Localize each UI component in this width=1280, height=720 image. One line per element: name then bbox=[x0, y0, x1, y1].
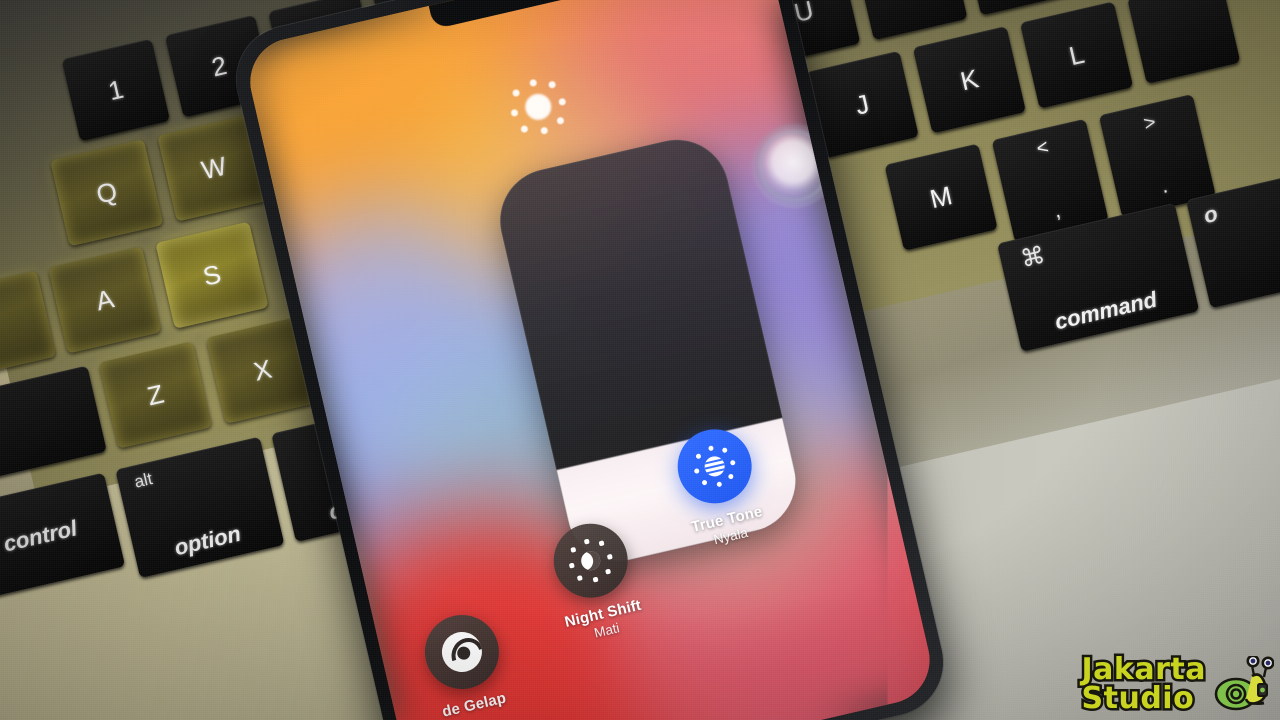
key-label-bottom: . bbox=[1158, 174, 1170, 198]
key-label: S bbox=[200, 258, 224, 292]
key-label: 2 bbox=[208, 49, 230, 83]
photo-scene: 1 2 3 4 7 8 9 0 Q W U I O P k A S J K L … bbox=[0, 0, 1280, 720]
key-label: 1 bbox=[105, 73, 127, 107]
key-k[interactable]: K bbox=[912, 26, 1027, 134]
key-shift-left[interactable] bbox=[0, 365, 107, 491]
key-z[interactable]: Z bbox=[98, 341, 213, 449]
key-label: command bbox=[1052, 286, 1160, 335]
key-label: Z bbox=[144, 378, 167, 412]
key-q[interactable]: Q bbox=[50, 139, 164, 247]
key-label: o bbox=[1201, 200, 1220, 229]
key-s[interactable]: S bbox=[155, 221, 269, 329]
key-label: control bbox=[1, 515, 80, 557]
watermark: Jakarta Studio bbox=[1079, 652, 1275, 716]
key-l[interactable]: L bbox=[1019, 1, 1134, 109]
key-m[interactable]: M bbox=[884, 143, 998, 251]
key-sublabel: ⌘ bbox=[1018, 241, 1048, 274]
key-label-top: > bbox=[1141, 111, 1158, 136]
key-label: Q bbox=[93, 175, 120, 210]
watermark-text: Jakarta Studio bbox=[1079, 652, 1208, 716]
key-label: K bbox=[957, 63, 982, 97]
key-label-bottom: , bbox=[1051, 199, 1063, 223]
snail-mascot-icon bbox=[1212, 654, 1275, 714]
key-label: W bbox=[198, 150, 230, 186]
watermark-line2: Studio bbox=[1079, 681, 1196, 716]
key-semicolon[interactable] bbox=[1127, 0, 1241, 84]
key-label: A bbox=[92, 283, 117, 317]
key-sublabel: alt bbox=[132, 469, 155, 492]
key-label: M bbox=[927, 180, 956, 215]
key-a[interactable]: A bbox=[48, 246, 162, 354]
key-label: option bbox=[171, 520, 244, 561]
key-label: J bbox=[852, 88, 872, 121]
night-shift-icon bbox=[546, 516, 636, 606]
key-lock[interactable]: k bbox=[0, 270, 57, 386]
key-label: L bbox=[1066, 38, 1088, 72]
key-i[interactable]: I bbox=[854, 0, 968, 41]
key-control[interactable]: control bbox=[0, 472, 126, 601]
key-label-top: < bbox=[1034, 135, 1051, 161]
key-label: X bbox=[250, 353, 275, 387]
key-option[interactable]: alt option bbox=[115, 436, 285, 579]
